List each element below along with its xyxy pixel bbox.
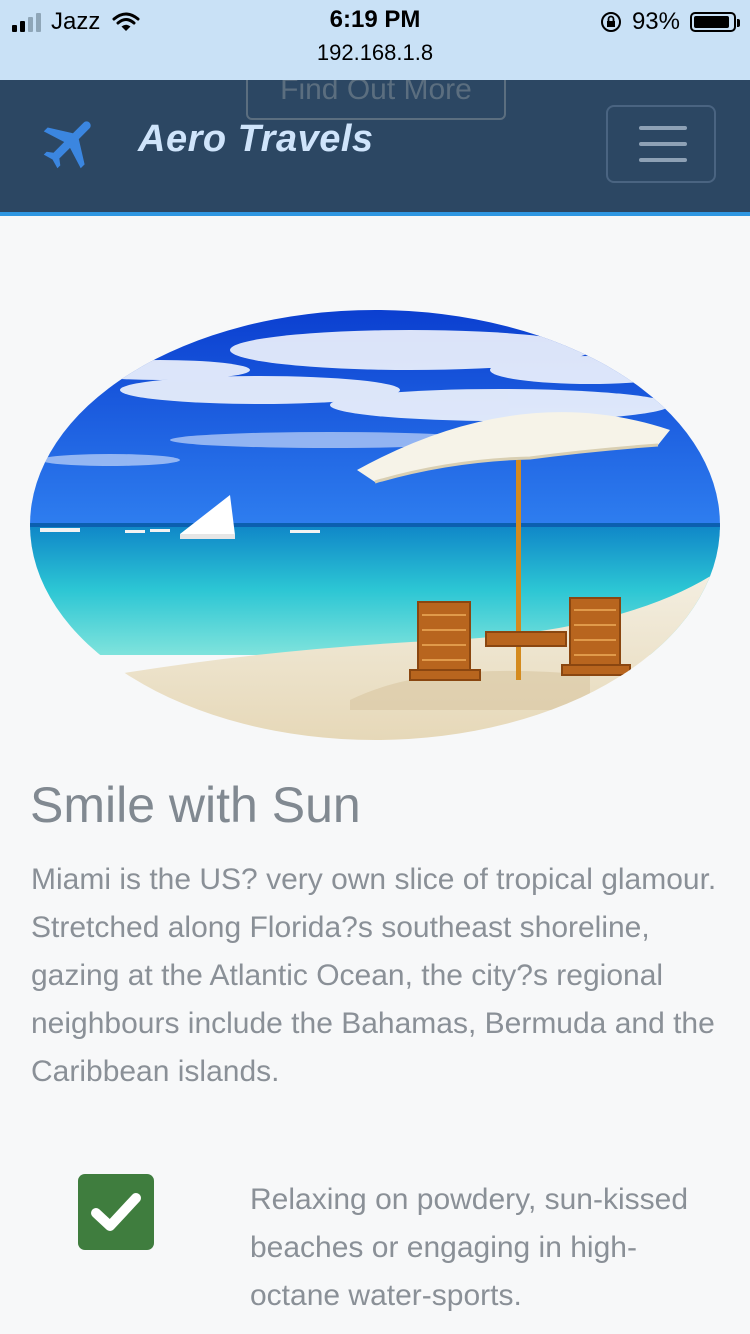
section-title: Smile with Sun [30, 777, 361, 833]
navbar: Find Out More Aero Travels [0, 80, 750, 216]
beach-image [30, 310, 720, 740]
check-icon [78, 1174, 154, 1250]
menu-toggle-button[interactable] [606, 105, 716, 183]
find-out-more-button[interactable]: Find Out More [246, 80, 506, 120]
feature-text: Relaxing on powdery, sun-kissed beaches … [250, 1183, 689, 1312]
section-description: Miami is the US? very own slice of tropi… [31, 863, 717, 1088]
status-right: 93% [600, 8, 740, 36]
status-bar: Jazz 6:19 PM 192.168.1.8 93% [0, 0, 750, 80]
hamburger-icon [639, 126, 687, 130]
battery-icon [690, 12, 740, 32]
address-bar[interactable]: 192.168.1.8 [0, 40, 750, 66]
orientation-lock-icon [600, 12, 621, 32]
brand-name[interactable]: Aero Travels [138, 118, 374, 161]
airplane-icon[interactable] [38, 110, 104, 176]
battery-percent: 93% [631, 8, 680, 35]
